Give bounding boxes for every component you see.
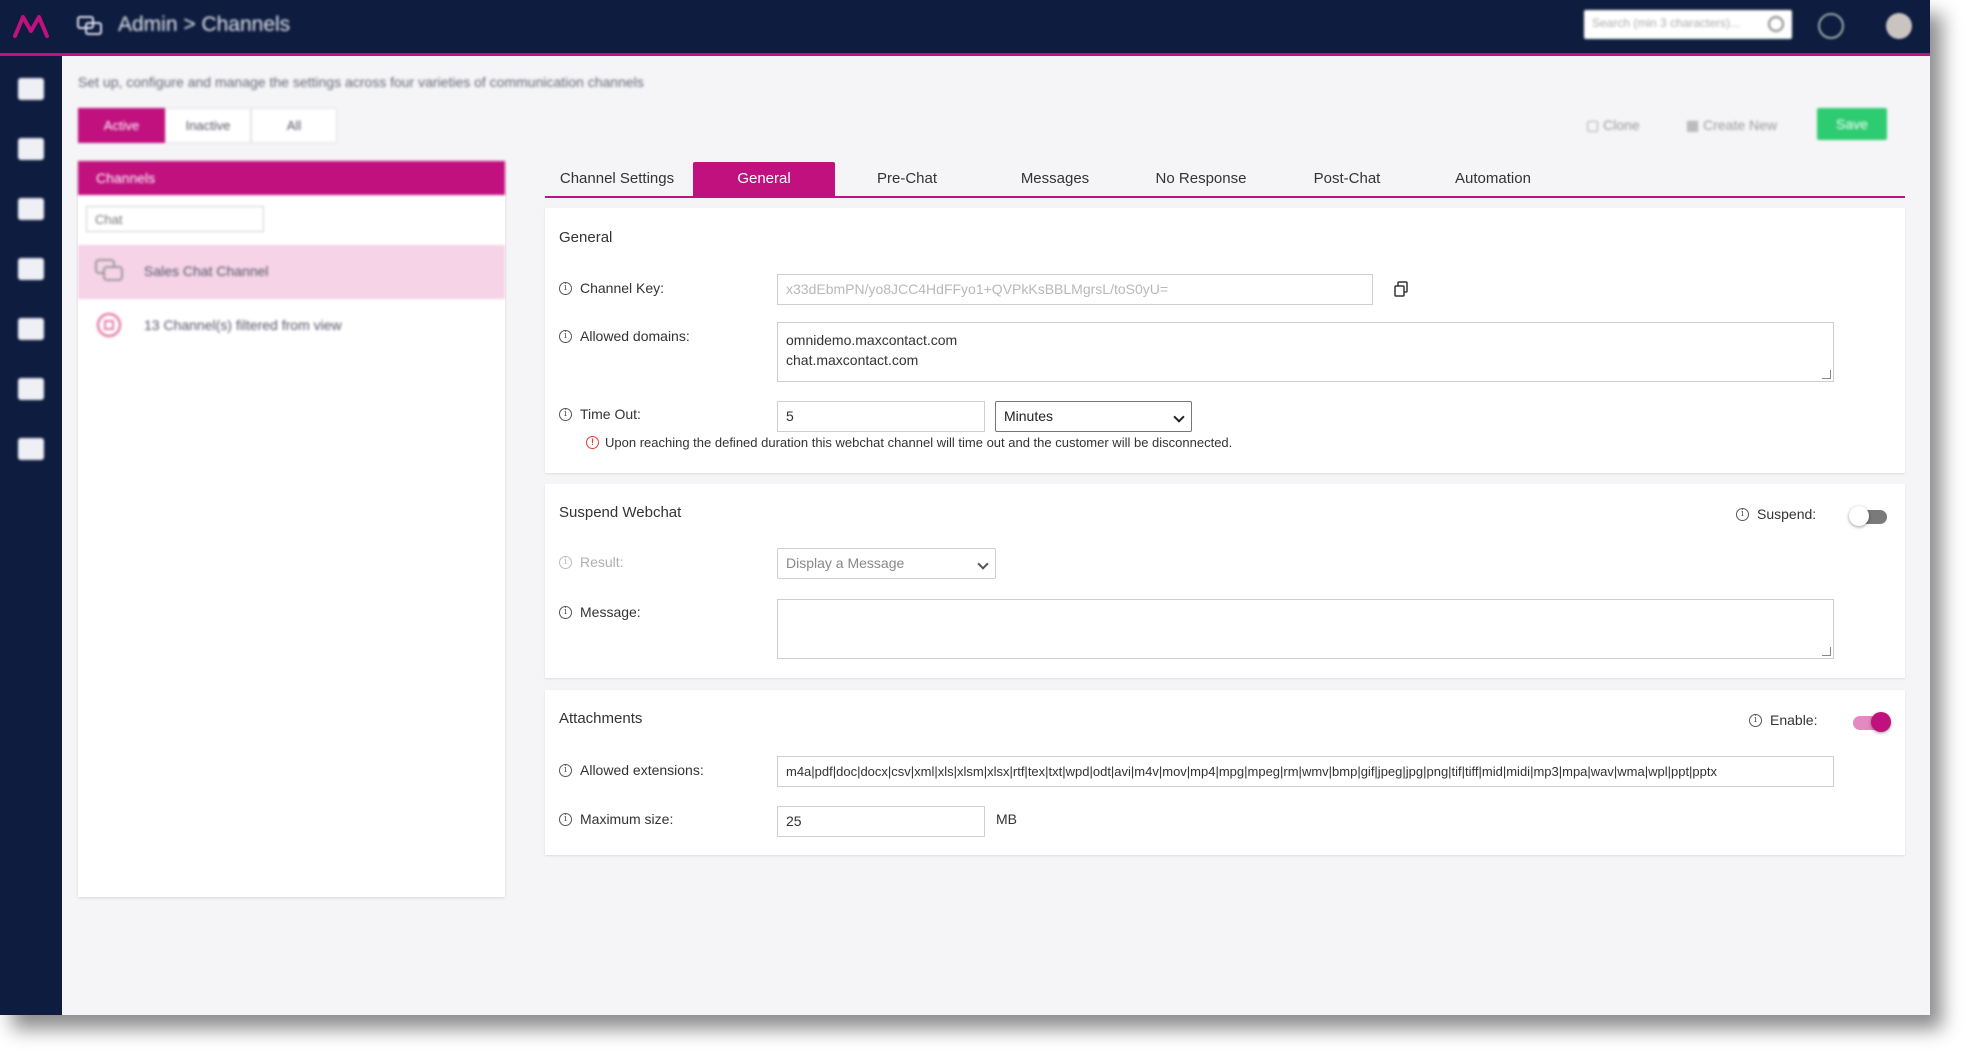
enable-toggle-label: i Enable: [1749, 712, 1817, 728]
filter-icon [96, 312, 122, 338]
channel-type-select[interactable]: Chat [86, 206, 264, 232]
chat-channel-icon [95, 259, 123, 281]
app-window: Admin > Channels Search (min 3 character… [0, 0, 1930, 1015]
tab-automation[interactable]: Automation [1419, 162, 1567, 196]
toggle-knob [1871, 712, 1891, 732]
info-icon: i [1736, 507, 1749, 521]
domain-line: chat.maxcontact.com [786, 352, 919, 368]
info-icon: i [559, 329, 572, 343]
channel-name: Sales Chat Channel [144, 263, 269, 279]
timeout-input[interactable]: 5 [777, 401, 985, 432]
timeout-label: i Time Out: [559, 406, 641, 422]
filter-active[interactable]: Active [78, 108, 165, 143]
suspend-toggle[interactable] [1849, 506, 1887, 526]
maxcontact-logo[interactable] [12, 12, 50, 40]
tab-channel-settings[interactable]: Channel Settings [545, 162, 689, 196]
search-input[interactable]: Search (min 3 characters)... [1584, 10, 1792, 39]
max-size-label: i Maximum size: [559, 811, 673, 827]
filter-inactive[interactable]: Inactive [165, 108, 251, 143]
dashboard-icon[interactable] [18, 198, 44, 220]
channel-list-item[interactable]: Sales Chat Channel [78, 245, 505, 299]
filtered-note-text: 13 Channel(s) filtered from view [144, 317, 342, 333]
home-icon[interactable] [18, 78, 44, 100]
info-icon: i [559, 407, 572, 421]
channel-key-label: i Channel Key: [559, 280, 664, 296]
settings-icon[interactable] [18, 438, 44, 460]
info-icon: i [559, 763, 572, 777]
search-placeholder: Search (min 3 characters)... [1592, 16, 1741, 30]
chevron-down-icon [1173, 411, 1185, 423]
chevron-down-icon [977, 558, 989, 570]
timeout-warning: ! Upon reaching the defined duration this… [586, 435, 1232, 450]
resize-handle[interactable] [1822, 647, 1831, 656]
message-field[interactable] [777, 599, 1834, 659]
info-icon: i [559, 555, 572, 569]
suspend-section: Suspend Webchat i Suspend: i Result: Displ… [545, 484, 1905, 678]
document-icon[interactable] [18, 378, 44, 400]
left-nav [0, 56, 62, 1015]
page-description: Set up, configure and manage the setting… [78, 74, 644, 90]
allowed-domains-label: i Allowed domains: [559, 328, 690, 344]
suspend-toggle-label: i Suspend: [1736, 506, 1816, 522]
search-icon [1768, 16, 1784, 32]
info-icon: i [1749, 713, 1762, 727]
info-icon: i [559, 605, 572, 619]
top-bar: Admin > Channels Search (min 3 character… [0, 0, 1930, 56]
database-icon[interactable] [18, 258, 44, 280]
copy-icon[interactable] [1393, 281, 1409, 297]
status-filter: Active Inactive All [78, 108, 337, 143]
channels-panel-title: Channels [78, 161, 505, 195]
max-size-input[interactable]: 25 [777, 806, 985, 837]
resize-handle[interactable] [1822, 370, 1831, 379]
tab-general[interactable]: General [693, 162, 835, 196]
create-new-button[interactable]: ▦ Create New [1686, 111, 1777, 139]
allowed-extensions-label: i Allowed extensions: [559, 762, 704, 778]
info-icon: i [559, 281, 572, 295]
clone-button[interactable]: ▢ Clone [1586, 111, 1640, 139]
allowed-extensions-field[interactable]: m4a|pdf|doc|docx|csv|xml|xls|xlsm|xlsx|r… [777, 756, 1834, 787]
list-icon[interactable] [18, 138, 44, 160]
attachments-section: Attachments i Enable: i Allowed extensions… [545, 690, 1905, 855]
tab-no-response[interactable]: No Response [1127, 162, 1275, 196]
chat-bubbles-icon [77, 16, 102, 35]
attachments-title: Attachments [559, 710, 643, 727]
allowed-domains-field[interactable]: omnidemo.maxcontact.com chat.maxcontact.… [777, 322, 1834, 382]
avatar[interactable] [1886, 13, 1912, 39]
channel-key-field[interactable]: x33dEbmPN/yo8JCC4HdFFyo1+QVPkKsBBLMgrsL/… [777, 274, 1373, 305]
channels-panel: Channels Chat Sales Chat Channel 13 Chan… [78, 161, 505, 897]
warning-icon: ! [586, 436, 599, 449]
breadcrumb: Admin > Channels [118, 13, 291, 36]
message-label: i Message: [559, 604, 641, 620]
help-icon[interactable] [1818, 13, 1844, 39]
info-icon: i [559, 812, 572, 826]
general-section: General i Channel Key: x33dEbmPN/yo8JCC4H… [545, 208, 1905, 473]
max-size-unit: MB [996, 811, 1017, 827]
filtered-channels-note: 13 Channel(s) filtered from view [78, 299, 505, 353]
domain-line: omnidemo.maxcontact.com [786, 332, 958, 348]
suspend-title: Suspend Webchat [559, 504, 682, 521]
result-label: i Result: [559, 554, 624, 570]
settings-tabs: Channel Settings General Pre-Chat Messag… [545, 162, 1905, 198]
toggle-knob [1849, 506, 1869, 526]
result-select[interactable]: Display a Message [777, 548, 996, 579]
tab-post-chat[interactable]: Post-Chat [1275, 162, 1419, 196]
timeout-unit-select[interactable]: Minutes [995, 401, 1192, 432]
tab-messages[interactable]: Messages [983, 162, 1127, 196]
general-title: General [559, 229, 613, 246]
users-icon[interactable] [18, 318, 44, 340]
tab-pre-chat[interactable]: Pre-Chat [835, 162, 979, 196]
enable-toggle[interactable] [1853, 712, 1891, 732]
save-button[interactable]: Save [1817, 108, 1887, 140]
filter-all[interactable]: All [251, 108, 337, 143]
